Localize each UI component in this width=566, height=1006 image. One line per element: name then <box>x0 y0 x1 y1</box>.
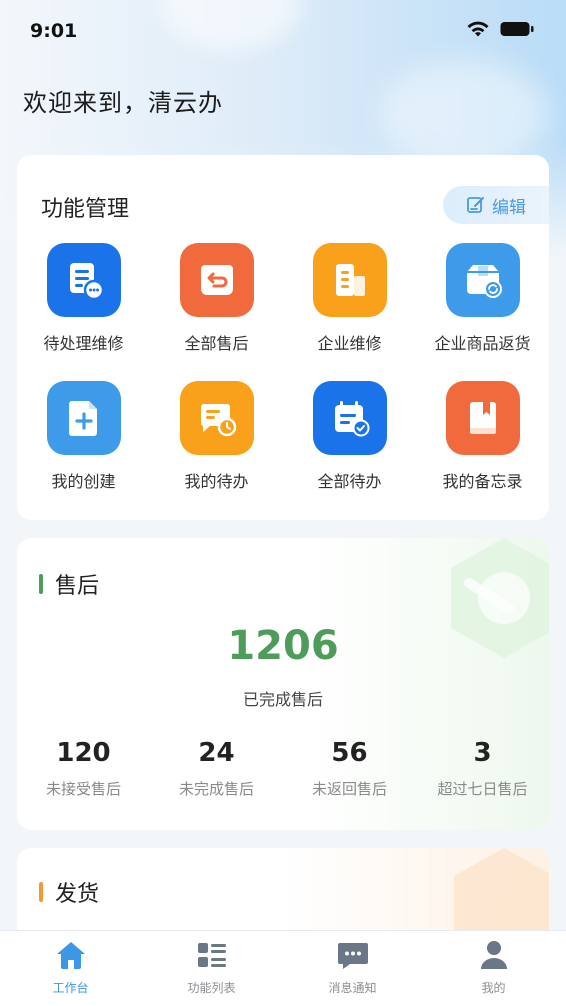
my-todo-icon <box>179 381 254 455</box>
after-sales-header: 售后 <box>39 568 99 600</box>
section-accent-bar <box>39 882 43 902</box>
battery-icon <box>500 22 534 36</box>
goods-return-icon <box>445 243 520 317</box>
edit-button-label: 编辑 <box>492 197 526 218</box>
function-management-card: 功能管理 编辑 待处理维修 全部售后 企业维修 企业商品返货 我的创建 我的待办… <box>17 155 549 520</box>
bottom-tab-bar: 工作台 功能列表 消息通知 我的 <box>0 930 566 1006</box>
function-pending-repair[interactable]: 待处理维修 <box>17 243 150 354</box>
after-sales-card: 售后 1206 已完成售后 120 未接受售后 24 未完成售后 56 未返回售… <box>17 538 549 830</box>
memo-icon <box>445 381 520 455</box>
edit-icon <box>467 197 484 213</box>
after-sales-title: 售后 <box>55 574 100 599</box>
section-accent-bar <box>39 574 43 594</box>
person-icon <box>480 941 507 969</box>
all-todo-icon <box>312 381 387 455</box>
function-after-sales[interactable]: 全部售后 <box>150 243 283 354</box>
stat-unaccepted[interactable]: 120 未接受售后 <box>17 738 150 799</box>
shipping-title: 发货 <box>55 882 100 907</box>
enterprise-repair-icon <box>312 243 387 317</box>
function-memo[interactable]: 我的备忘录 <box>416 381 549 492</box>
function-my-todo[interactable]: 我的待办 <box>150 381 283 492</box>
status-time: 9:01 <box>30 20 78 42</box>
function-my-create[interactable]: 我的创建 <box>17 381 150 492</box>
stat-unreturned[interactable]: 56 未返回售后 <box>283 738 416 799</box>
completed-after-sales-label: 已完成售后 <box>242 690 323 709</box>
stat-over-seven-days[interactable]: 3 超过七日售后 <box>416 738 549 799</box>
welcome-heading: 欢迎来到，清云办 <box>23 89 223 117</box>
edit-button[interactable]: 编辑 <box>443 186 549 224</box>
function-goods-return[interactable]: 企业商品返货 <box>416 243 549 354</box>
shipping-header: 发货 <box>39 876 99 908</box>
status-bar: 9:01 <box>0 0 566 64</box>
tab-function-list[interactable]: 功能列表 <box>141 939 282 996</box>
function-enterprise-repair[interactable]: 企业维修 <box>283 243 416 354</box>
tab-mine[interactable]: 我的 <box>423 939 564 996</box>
function-all-todo[interactable]: 全部待办 <box>283 381 416 492</box>
wifi-icon <box>467 21 489 37</box>
function-management-title: 功能管理 <box>41 197 130 222</box>
grid-list-icon <box>197 943 226 967</box>
pending-repair-icon <box>46 243 121 317</box>
message-icon <box>337 943 368 969</box>
home-icon <box>56 942 85 969</box>
completed-after-sales-count[interactable]: 1206 <box>17 623 549 669</box>
tab-workbench[interactable]: 工作台 <box>0 939 141 996</box>
after-sales-icon <box>179 243 254 317</box>
my-create-icon <box>46 381 121 455</box>
stat-unfinished[interactable]: 24 未完成售后 <box>150 738 283 799</box>
tab-messages[interactable]: 消息通知 <box>282 939 423 996</box>
